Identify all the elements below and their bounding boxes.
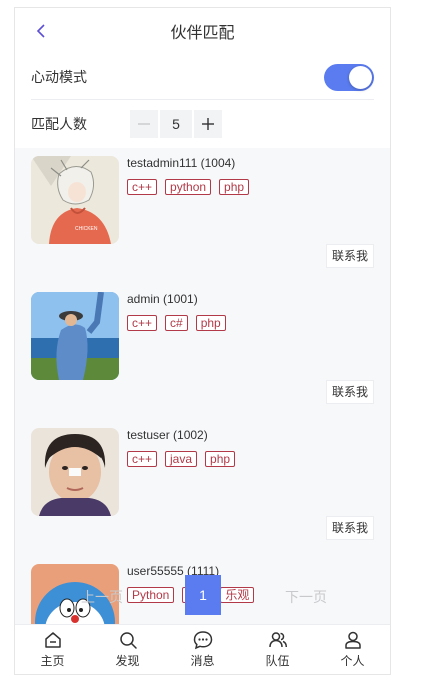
tab-discover[interactable]: 发现 — [90, 625, 165, 674]
tab-label: 发现 — [115, 654, 140, 668]
user-name: testadmin111 (1004) — [127, 156, 236, 170]
decrease-button[interactable] — [130, 110, 158, 138]
home-icon — [44, 632, 61, 648]
tag: c# — [165, 315, 188, 331]
back-arrow-icon[interactable] — [31, 20, 51, 42]
heart-mode-label: 心动模式 — [31, 69, 87, 85]
tag: c++ — [127, 179, 158, 195]
tag: c++ — [127, 451, 158, 467]
contact-button[interactable]: 联系我 — [325, 516, 374, 540]
switch-knob — [349, 66, 372, 89]
tab-label: 队伍 — [265, 654, 290, 668]
user-name: testuser (1002) — [127, 428, 208, 442]
tab-label: 主页 — [40, 654, 65, 668]
chat-icon — [193, 631, 212, 650]
search-icon — [119, 632, 137, 649]
match-count-input[interactable]: 5 — [160, 110, 192, 138]
minus-icon — [138, 123, 150, 125]
contact-button[interactable]: 联系我 — [325, 244, 374, 268]
next-page-button[interactable]: 下一页 — [285, 587, 327, 607]
tag: php — [195, 315, 226, 331]
user-card: CHICKEN testadmin111 (1004) c++ python p… — [15, 148, 390, 276]
match-count-row: 匹配人数 5 — [15, 100, 390, 148]
heart-mode-switch[interactable] — [324, 64, 374, 91]
team-icon — [268, 632, 287, 648]
tab-home[interactable]: 主页 — [15, 625, 90, 674]
user-tags: c++ java php — [127, 451, 236, 467]
match-count-stepper: 5 — [130, 110, 222, 138]
tag: php — [205, 451, 236, 467]
heart-mode-row: 心动模式 — [15, 54, 390, 100]
user-card: testuser (1002) c++ java php 联系我 — [15, 420, 390, 548]
user-card: admin (1001) c++ c# php 联系我 — [15, 284, 390, 412]
tab-bar: 主页 发现 消息 队伍 个人 — [15, 624, 390, 674]
tab-label: 消息 — [190, 654, 215, 668]
tab-label: 个人 — [340, 654, 365, 668]
app-frame: 伙伴匹配 心动模式 匹配人数 5 CHICKEN testadmin111 (1… — [14, 7, 391, 675]
plus-icon — [202, 118, 214, 130]
prev-page-button[interactable]: 上一页 — [81, 587, 123, 607]
tab-messages[interactable]: 消息 — [165, 625, 240, 674]
svg-text:CHICKEN: CHICKEN — [75, 226, 98, 232]
user-avatar — [31, 428, 119, 516]
tag: java — [165, 451, 198, 467]
user-avatar: CHICKEN — [31, 156, 119, 244]
nav-bar: 伙伴匹配 — [15, 8, 390, 54]
pagination: 上一页 1 下一页 — [15, 575, 390, 615]
tab-team[interactable]: 队伍 — [240, 625, 315, 674]
user-tags: c++ c# php — [127, 315, 226, 331]
tab-profile[interactable]: 个人 — [315, 625, 390, 674]
user-icon — [344, 631, 361, 649]
user-tags: c++ python php — [127, 179, 250, 195]
user-avatar — [31, 292, 119, 380]
tag: c++ — [127, 315, 158, 331]
tag: python — [165, 179, 212, 195]
match-count-label: 匹配人数 — [31, 116, 87, 132]
increase-button[interactable] — [194, 110, 222, 138]
contact-button[interactable]: 联系我 — [325, 380, 374, 404]
page-title: 伙伴匹配 — [170, 25, 235, 42]
tag: php — [219, 179, 250, 195]
current-page[interactable]: 1 — [185, 575, 221, 615]
user-name: admin (1001) — [127, 292, 198, 306]
